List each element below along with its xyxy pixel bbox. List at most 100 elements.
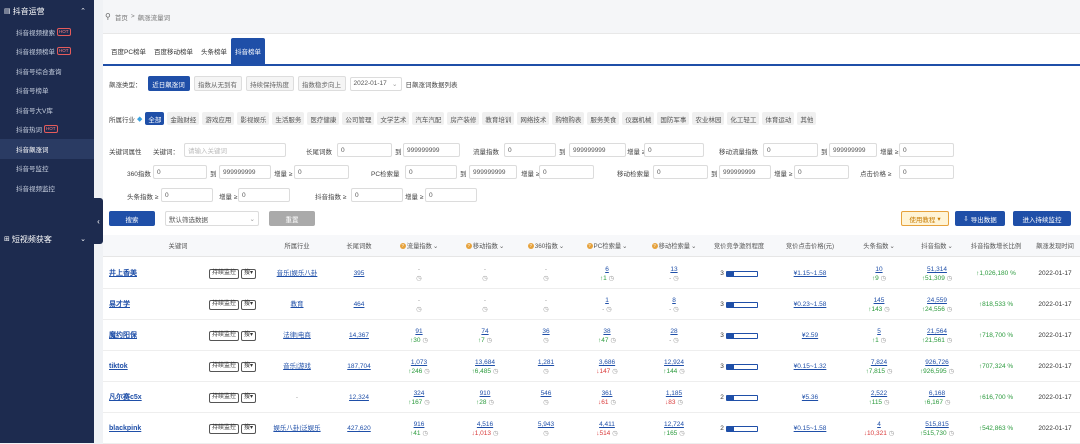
metric-value[interactable]: 361 — [602, 389, 613, 398]
pc-from-input[interactable]: 0 — [405, 165, 457, 179]
metric-value[interactable]: 6 — [605, 265, 609, 274]
price-link[interactable]: ¥1.15~1.58 — [794, 269, 827, 278]
industry-chip[interactable]: 体育运动 — [762, 112, 795, 125]
metric-value[interactable]: 38 — [603, 327, 610, 336]
metric-value[interactable]: 916 — [414, 420, 425, 429]
industry-link[interactable]: 法律|电商 — [283, 331, 311, 340]
price-link[interactable]: ¥0.15~1.32 — [794, 362, 827, 371]
metric-value[interactable]: 926,726 — [925, 358, 949, 367]
sidebar-section-short-video[interactable]: ⊞ 短视频获客 ⌄ — [0, 232, 94, 246]
column-header[interactable]: 关键词 — [103, 235, 253, 257]
longtail-link[interactable]: 12,324 — [349, 393, 369, 402]
click-price-input[interactable]: 0 — [899, 165, 954, 179]
metric-value[interactable]: 10 — [875, 265, 882, 274]
longtail-link[interactable]: 395 — [354, 269, 365, 278]
tab-douyin[interactable]: 抖音榜单 — [231, 38, 266, 64]
industry-link[interactable]: 娱乐八卦|泛娱乐 — [273, 424, 320, 433]
douyin-inc-input[interactable]: 0 — [425, 188, 477, 202]
longtail-link[interactable]: 464 — [354, 300, 365, 309]
metric-value[interactable]: 3,686 — [599, 358, 615, 367]
industry-chip[interactable]: 教育培训 — [482, 112, 515, 125]
metric-value[interactable]: 36 — [542, 327, 549, 336]
industry-chip[interactable]: 全部 — [145, 112, 165, 125]
sidebar-section-douyin[interactable]: ▤ 抖音运营 ⌃ — [0, 0, 94, 22]
metric-value[interactable]: 4,516 — [477, 420, 493, 429]
surge-option-sustained[interactable]: 持续保持热度 — [245, 76, 294, 91]
industry-chip[interactable]: 国防军事 — [657, 112, 690, 125]
column-header[interactable]: 抖音指数增长比例 — [965, 235, 1027, 257]
metric-value[interactable]: 324 — [414, 389, 425, 398]
mobile-search-inc-input[interactable]: 0 — [794, 165, 849, 179]
metric-value[interactable]: 1,073 — [411, 358, 427, 367]
metric-value[interactable]: 5,943 — [538, 420, 554, 429]
column-header[interactable]: 竞价点击价格(元) — [771, 235, 849, 257]
industry-chip[interactable]: 文学艺术 — [377, 112, 410, 125]
surge-option-steady[interactable]: 指数稳步向上 — [297, 76, 346, 91]
metric-value[interactable]: 4,411 — [599, 420, 615, 429]
keyword-link[interactable]: tiktok — [109, 362, 209, 371]
reset-button[interactable]: 重置 — [269, 211, 315, 226]
longtail-from-input[interactable]: 0 — [337, 143, 392, 157]
longtail-link[interactable]: 427,620 — [347, 424, 371, 433]
metric-value[interactable]: 1 — [605, 296, 609, 305]
sidebar-item[interactable]: 抖音号综合查询 — [0, 61, 94, 81]
metric-value[interactable]: 13,684 — [475, 358, 495, 367]
column-header[interactable]: ? PC检索量 ⌄ — [575, 235, 639, 257]
tab-toutiao[interactable]: 头条榜单 — [197, 38, 231, 64]
metric-value[interactable]: 515,815 — [925, 420, 949, 429]
traffic-to-input[interactable]: 999999999 — [569, 143, 626, 157]
industry-chip[interactable]: 影视娱乐 — [237, 112, 270, 125]
industry-chip[interactable]: 其他 — [797, 112, 817, 125]
search-select[interactable]: 搜 ▾ — [241, 330, 257, 341]
metric-value[interactable]: 12,724 — [664, 420, 684, 429]
s360-to-input[interactable]: 999999999 — [219, 165, 271, 179]
metric-value[interactable]: 24,559 — [927, 296, 947, 305]
metric-value[interactable]: 51,314 — [927, 265, 947, 274]
column-header[interactable]: ? 360指数 ⌄ — [517, 235, 575, 257]
sidebar-item[interactable]: 抖音热词 HOT — [0, 120, 94, 140]
metric-value[interactable]: 12,924 — [664, 358, 684, 367]
traffic-inc-input[interactable]: 0 — [644, 143, 704, 157]
column-header[interactable]: 所属行业 — [261, 235, 333, 257]
search-select[interactable]: 搜 ▾ — [241, 361, 257, 372]
search-select[interactable]: 搜 ▾ — [241, 299, 257, 310]
industry-chip[interactable]: 仪器机械 — [622, 112, 655, 125]
metric-value[interactable]: 74 — [481, 327, 488, 336]
industry-chip[interactable]: 农业林园 — [692, 112, 725, 125]
metric-value[interactable]: 7,824 — [871, 358, 887, 367]
sidebar-item[interactable]: 抖音视频监控 — [0, 178, 94, 198]
mobile-traffic-to-input[interactable]: 999999999 — [829, 143, 877, 157]
metric-value[interactable]: 28 — [670, 327, 677, 336]
industry-link[interactable]: 教育 — [291, 300, 304, 309]
sidebar-item[interactable]: 抖音飙涨词 — [0, 139, 94, 159]
industry-chip[interactable]: 网络技术 — [517, 112, 550, 125]
toutiao-input[interactable]: 0 — [161, 188, 213, 202]
column-header[interactable]: ? 移动指数 ⌄ — [453, 235, 517, 257]
column-header[interactable]: 抖音指数 ⌄ — [909, 235, 965, 257]
sidebar-item[interactable]: 抖音号大V库 — [0, 100, 94, 120]
industry-chip[interactable]: 服务美食 — [587, 112, 620, 125]
toutiao-inc-input[interactable]: 0 — [238, 188, 290, 202]
search-button[interactable]: 搜索 — [109, 211, 155, 226]
keyword-link[interactable]: blackpink — [109, 424, 209, 433]
monitor-row-button[interactable]: 持续监控 — [209, 423, 240, 434]
douyin-input[interactable]: 0 — [351, 188, 403, 202]
industry-chip[interactable]: 购物购表 — [552, 112, 585, 125]
pc-inc-input[interactable]: 0 — [539, 165, 594, 179]
price-link[interactable]: ¥0.15~1.58 — [794, 424, 827, 433]
industry-link[interactable]: 音乐|游戏 — [283, 362, 311, 371]
s360-from-input[interactable]: 0 — [153, 165, 207, 179]
industry-chip[interactable]: 化工轻工 — [727, 112, 760, 125]
keyword-link[interactable]: 井上香美 — [109, 269, 209, 278]
search-select[interactable]: 搜 ▾ — [241, 268, 257, 279]
keyword-link[interactable]: 凡尔赛c5x — [109, 393, 209, 402]
monitor-row-button[interactable]: 持续监控 — [209, 361, 240, 372]
monitor-button[interactable]: 进入持续监控 — [1013, 211, 1071, 226]
column-header[interactable]: 飙涨发现时间 — [1027, 235, 1080, 257]
keyword-link[interactable]: 魔约阳保 — [109, 331, 209, 340]
mobile-search-from-input[interactable]: 0 — [653, 165, 708, 179]
sort-select[interactable]: 默认筛选数据 ⌄ — [165, 211, 259, 226]
industry-chip[interactable]: 房产装修 — [447, 112, 480, 125]
pc-to-input[interactable]: 999999999 — [469, 165, 517, 179]
keyword-input[interactable]: 请输入关键词 — [184, 143, 286, 157]
